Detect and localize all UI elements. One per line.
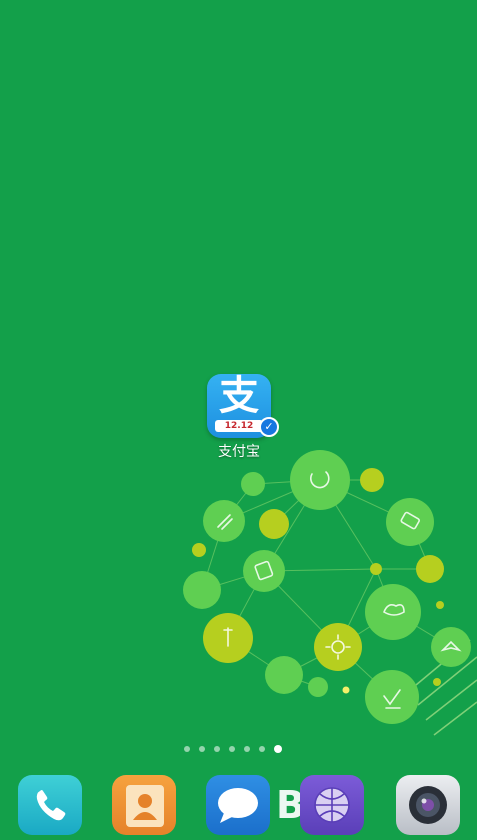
page-dot[interactable] [229,746,235,752]
contacts-icon [126,785,164,827]
alipay-icon: 支 [219,374,259,419]
dock-browser-app[interactable] [300,775,364,835]
page-dot[interactable] [244,746,250,752]
dock-camera-app[interactable] [396,775,460,835]
dock-phone-app[interactable] [18,775,82,835]
page-dot[interactable] [184,746,190,752]
globe-icon [314,787,350,823]
dock-messages-app[interactable] [206,775,270,835]
phone-icon [36,790,66,821]
verified-shield-icon: ✓ [259,417,279,437]
page-indicator [184,744,282,754]
page-dot-active[interactable] [274,745,282,753]
promo-strip-text: 12.12 [215,420,263,432]
page-dot[interactable] [214,746,220,752]
camera-icon [409,786,447,824]
alipay-app-label[interactable]: 支付宝 [190,441,288,461]
page-dot[interactable] [259,746,265,752]
page-dot[interactable] [199,746,205,752]
dock-contacts-app[interactable] [112,775,176,835]
chat-bubble-icon [218,788,258,823]
